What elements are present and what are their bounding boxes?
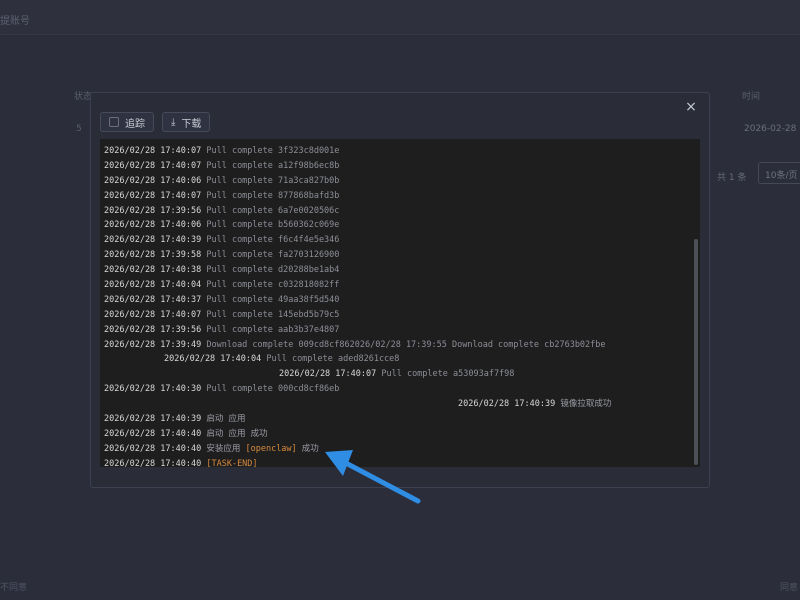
annotation-arrow-icon xyxy=(325,450,421,504)
